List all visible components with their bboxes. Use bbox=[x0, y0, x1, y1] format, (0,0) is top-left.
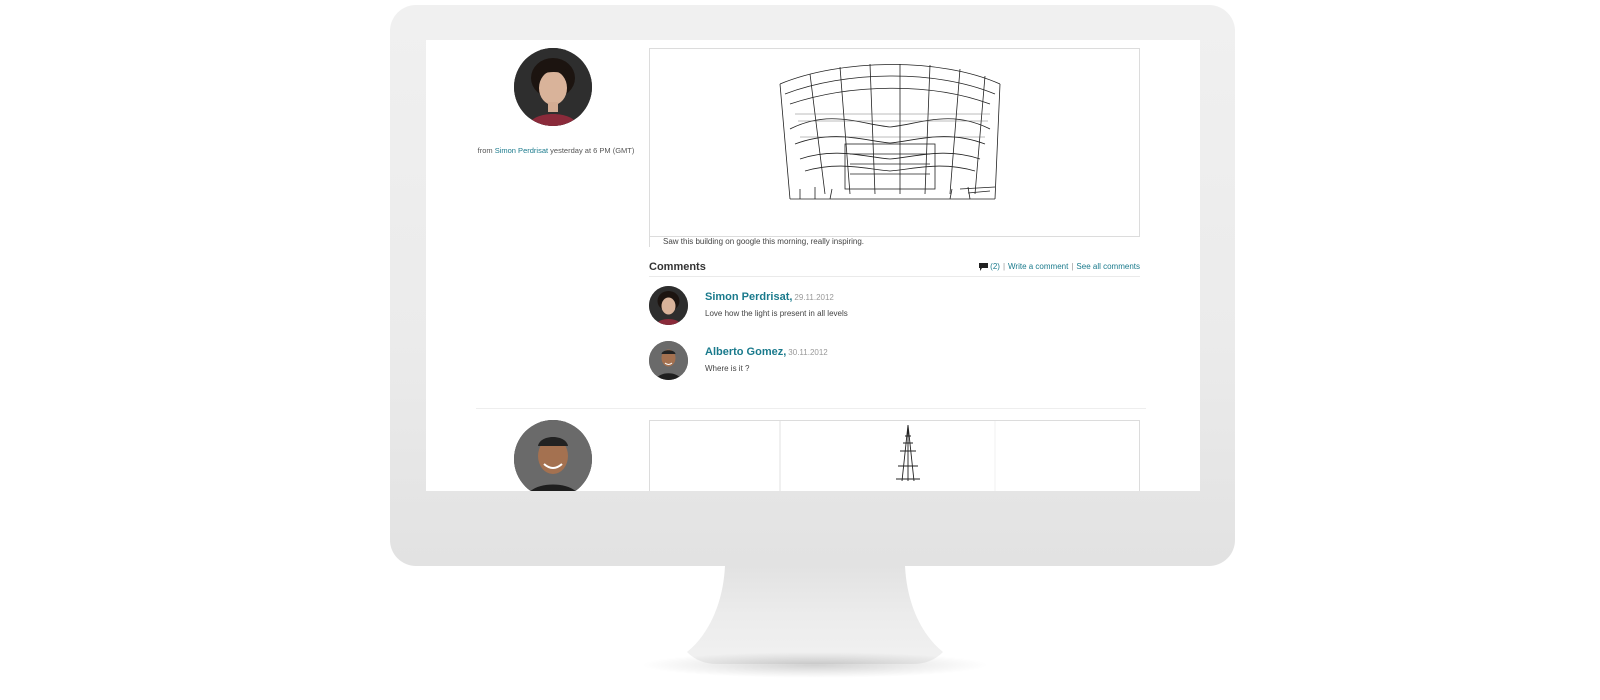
comment-author-name[interactable]: Simon Perdrisat, bbox=[705, 291, 792, 303]
post-caption: Saw this building on google this morning… bbox=[649, 237, 1140, 247]
comments-header: Comments (2) | Write a comment | See all… bbox=[649, 261, 1140, 277]
comment-item: Simon Perdrisat, 29.11.2012 Love how the … bbox=[649, 286, 1140, 330]
comment-author[interactable]: Alberto Gomez, 30.11.2012 bbox=[705, 346, 828, 358]
comment-author-name[interactable]: Alberto Gomez, bbox=[705, 346, 786, 358]
post-byline: from Simon Perdrisat yesterday at 6 PM (… bbox=[456, 146, 656, 155]
byline-time: yesterday at 6 PM (GMT) bbox=[550, 146, 635, 155]
comment-text: Love how the light is present in all lev… bbox=[705, 309, 848, 318]
commenter-avatar[interactable] bbox=[649, 341, 688, 380]
actions-separator: | bbox=[1071, 262, 1074, 271]
comment-count-link[interactable]: (2) bbox=[990, 262, 1000, 271]
see-all-comments-link[interactable]: See all comments bbox=[1076, 262, 1140, 271]
comment-author[interactable]: Simon Perdrisat, 29.11.2012 bbox=[705, 291, 834, 303]
monitor-stand bbox=[687, 566, 943, 664]
comment-text: Where is it ? bbox=[705, 364, 750, 373]
actions-separator: | bbox=[1002, 262, 1006, 271]
commenter-avatar[interactable] bbox=[649, 286, 688, 325]
post-image[interactable] bbox=[649, 420, 1140, 491]
comments-title: Comments bbox=[649, 261, 706, 273]
write-comment-link[interactable]: Write a comment bbox=[1008, 262, 1068, 271]
post-author-avatar[interactable] bbox=[514, 48, 592, 126]
post-author-avatar[interactable] bbox=[514, 420, 592, 491]
post-divider bbox=[476, 408, 1146, 409]
comment-item: Alberto Gomez, 30.11.2012 Where is it ? bbox=[649, 341, 1140, 385]
stand-shadow bbox=[640, 652, 990, 678]
screen: from Simon Perdrisat yesterday at 6 PM (… bbox=[426, 40, 1200, 491]
byline-prefix: from bbox=[477, 146, 493, 155]
comment-date: 29.11.2012 bbox=[794, 293, 834, 302]
post-image[interactable] bbox=[649, 48, 1140, 237]
comment-date: 30.11.2012 bbox=[788, 348, 828, 357]
tower-sketch-image bbox=[779, 421, 996, 491]
building-sketch-image bbox=[779, 63, 1001, 200]
comments-actions: (2) | Write a comment | See all comments bbox=[979, 262, 1140, 271]
speech-bubble-icon bbox=[979, 262, 989, 271]
byline-author-link[interactable]: Simon Perdrisat bbox=[495, 146, 548, 155]
